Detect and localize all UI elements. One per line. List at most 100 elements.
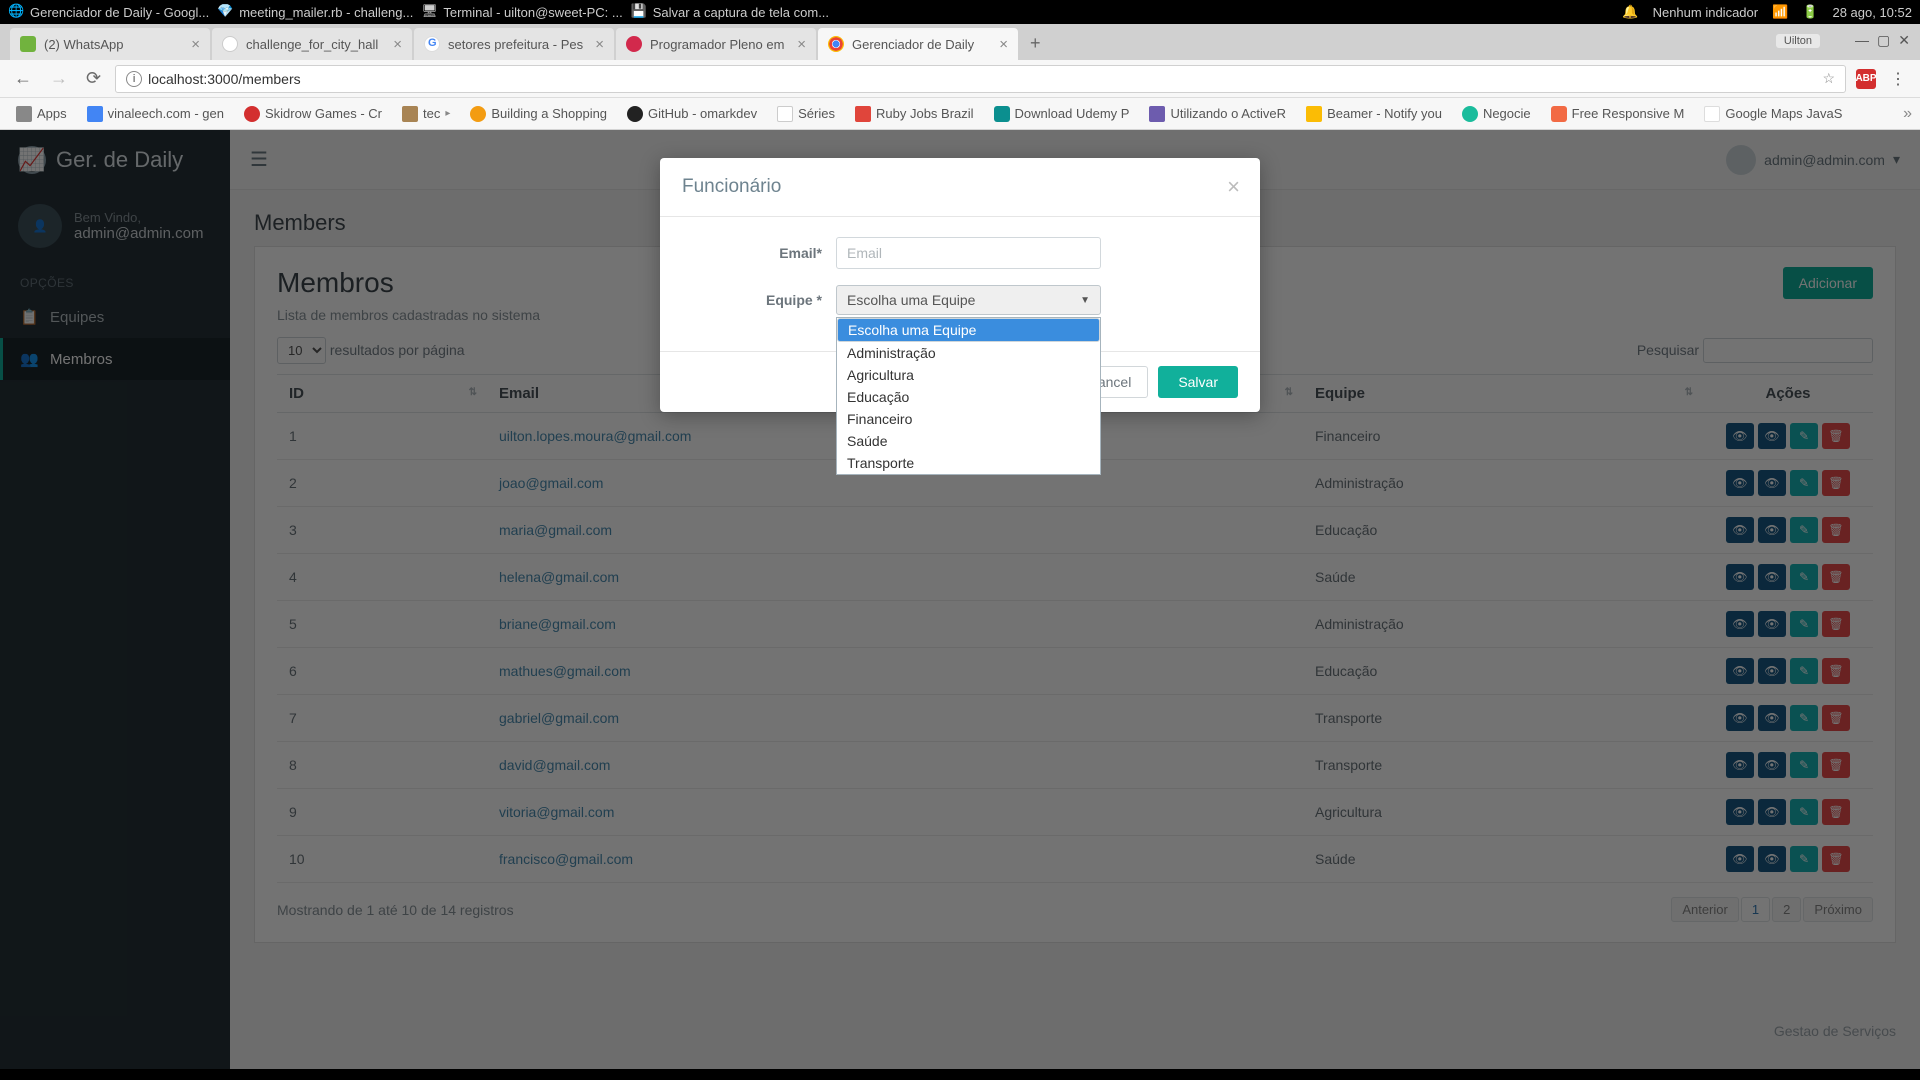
term-icon: 🖥	[421, 3, 439, 21]
modal-close-icon[interactable]: ×	[1227, 174, 1240, 200]
bookmark-item[interactable]: Download Udemy P	[986, 103, 1138, 125]
battery-icon[interactable]: 🔋	[1802, 4, 1818, 20]
caret-down-icon: ▼	[1080, 295, 1090, 306]
bookmarks-overflow-icon[interactable]: »	[1903, 105, 1912, 123]
bookmark-favicon-icon	[244, 106, 260, 122]
address-input[interactable]: i localhost:3000/members ☆	[115, 65, 1846, 93]
browser-tab[interactable]: setores prefeitura - Pes ×	[414, 28, 614, 60]
bookmark-favicon-icon	[1149, 106, 1165, 122]
dropdown-option[interactable]: Transporte	[837, 452, 1100, 474]
os-task[interactable]: 💾Salvar a captura de tela com...	[631, 3, 829, 21]
window-maximize-icon[interactable]: ▢	[1877, 32, 1890, 49]
dropdown-option[interactable]: Financeiro	[837, 408, 1100, 430]
bookmark-favicon-icon	[1306, 106, 1322, 122]
os-taskbar: 🌐Gerenciador de Daily - Googl... 💎meeting…	[0, 0, 1920, 24]
os-clock: 28 ago, 10:52	[1832, 5, 1912, 20]
bookmark-item[interactable]: GitHub - omarkdev	[619, 103, 765, 125]
bookmark-favicon-icon	[627, 106, 643, 122]
bookmark-favicon-icon	[994, 106, 1010, 122]
tab-close-icon[interactable]: ×	[393, 36, 402, 53]
nav-back-icon[interactable]: ←	[10, 68, 36, 89]
bookmark-item[interactable]: Skidrow Games - Cr	[236, 103, 390, 125]
new-tab-button[interactable]: +	[1024, 33, 1047, 54]
nav-reload-icon[interactable]: ⟳	[82, 68, 105, 89]
browser-tab[interactable]: Programador Pleno em ×	[616, 28, 816, 60]
modal-funcionario: Funcionário × Email* Equipe * Escolha um…	[660, 158, 1260, 412]
bookmark-item[interactable]: Séries	[769, 103, 843, 125]
wifi-icon[interactable]: 📶	[1772, 4, 1788, 20]
browser-tab[interactable]: (2) WhatsApp×	[10, 28, 210, 60]
bell-icon[interactable]: 🔔	[1622, 4, 1638, 20]
tab-close-icon[interactable]: ×	[999, 36, 1008, 53]
equipe-dropdown: Escolha uma EquipeAdministraçãoAgricultu…	[836, 317, 1101, 475]
os-task[interactable]: 🌐Gerenciador de Daily - Googl...	[8, 3, 209, 21]
os-task[interactable]: 💎meeting_mailer.rb - challeng...	[217, 3, 413, 21]
browser-window: (2) WhatsApp×challenge_for_city_hall×set…	[0, 24, 1920, 1069]
favicon-icon	[424, 36, 440, 52]
tab-title: Programador Pleno em	[650, 37, 784, 52]
bookmark-favicon-icon	[1551, 106, 1567, 122]
equipe-selected-value: Escolha uma Equipe	[847, 292, 975, 308]
dropdown-option[interactable]: Educação	[837, 386, 1100, 408]
adblock-icon[interactable]: ABP	[1856, 69, 1876, 89]
bookmark-item[interactable]: Beamer - Notify you	[1298, 103, 1450, 125]
nav-forward-icon[interactable]: →	[46, 68, 72, 89]
bookmark-favicon-icon	[87, 106, 103, 122]
save-icon: 💾	[631, 3, 649, 21]
bookmark-favicon-icon	[402, 106, 418, 122]
bookmark-item[interactable]: vinaleech.com - gen	[79, 103, 232, 125]
dropdown-option[interactable]: Escolha uma Equipe	[837, 318, 1100, 342]
bookmark-favicon-icon	[16, 106, 32, 122]
favicon-icon	[20, 36, 36, 52]
chevron-icon: ▸	[445, 108, 450, 119]
dropdown-option[interactable]: Saúde	[837, 430, 1100, 452]
bookmark-favicon-icon	[1462, 106, 1478, 122]
os-bottom-bar	[0, 1069, 1920, 1080]
dropdown-option[interactable]: Agricultura	[837, 364, 1100, 386]
window-close-icon[interactable]: ✕	[1898, 32, 1910, 49]
site-info-icon[interactable]: i	[126, 71, 142, 87]
favicon-icon	[626, 36, 642, 52]
dropdown-option[interactable]: Administração	[837, 342, 1100, 364]
equipe-label: Equipe *	[686, 292, 836, 308]
tab-close-icon[interactable]: ×	[191, 36, 200, 53]
tab-title: setores prefeitura - Pes	[448, 37, 583, 52]
favicon-icon	[222, 36, 238, 52]
tab-title: challenge_for_city_hall	[246, 37, 378, 52]
os-task[interactable]: 🖥Terminal - uilton@sweet-PC: ...	[421, 3, 622, 21]
tab-strip: (2) WhatsApp×challenge_for_city_hall×set…	[0, 24, 1920, 60]
bookmarks-bar: Appsvinaleech.com - genSkidrow Games - C…	[0, 98, 1920, 130]
email-label: Email*	[686, 245, 836, 261]
bookmark-star-icon[interactable]: ☆	[1822, 70, 1835, 87]
bookmark-item[interactable]: Ruby Jobs Brazil	[847, 103, 982, 125]
equipe-select[interactable]: Escolha uma Equipe ▼	[836, 285, 1101, 315]
save-button[interactable]: Salvar	[1158, 366, 1238, 398]
favicon-icon	[828, 36, 844, 52]
bookmark-item[interactable]: Building a Shopping	[462, 103, 615, 125]
window-minimize-icon[interactable]: —	[1855, 32, 1869, 49]
bookmark-favicon-icon	[777, 106, 793, 122]
email-input[interactable]	[836, 237, 1101, 269]
bookmark-favicon-icon	[855, 106, 871, 122]
address-text: localhost:3000/members	[148, 71, 301, 87]
os-indicator[interactable]: Nenhum indicador	[1653, 5, 1759, 20]
tab-close-icon[interactable]: ×	[797, 36, 806, 53]
bookmark-item[interactable]: Google Maps JavaS	[1696, 103, 1850, 125]
modal-title: Funcionário	[682, 176, 781, 197]
bookmark-item[interactable]: Apps	[8, 103, 75, 125]
ruby-icon: 💎	[217, 3, 235, 21]
address-bar: ← → ⟳ i localhost:3000/members ☆ ABP ⋮	[0, 60, 1920, 98]
chrome-menu-icon[interactable]: ⋮	[1886, 69, 1910, 89]
bookmark-item[interactable]: tec▸	[394, 103, 458, 125]
browser-tab[interactable]: challenge_for_city_hall ×	[212, 28, 412, 60]
bookmark-item[interactable]: Free Responsive M	[1543, 103, 1693, 125]
tab-title: Gerenciador de Daily	[852, 37, 974, 52]
bookmark-item[interactable]: Utilizando o ActiveR	[1141, 103, 1294, 125]
tab-close-icon[interactable]: ×	[595, 36, 604, 53]
bookmark-favicon-icon	[470, 106, 486, 122]
profile-chip[interactable]: Uilton	[1776, 34, 1820, 48]
os-tasks: 🌐Gerenciador de Daily - Googl... 💎meeting…	[8, 3, 829, 21]
bookmark-favicon-icon	[1704, 106, 1720, 122]
browser-tab[interactable]: Gerenciador de Daily ×	[818, 28, 1018, 60]
bookmark-item[interactable]: Negocie	[1454, 103, 1539, 125]
